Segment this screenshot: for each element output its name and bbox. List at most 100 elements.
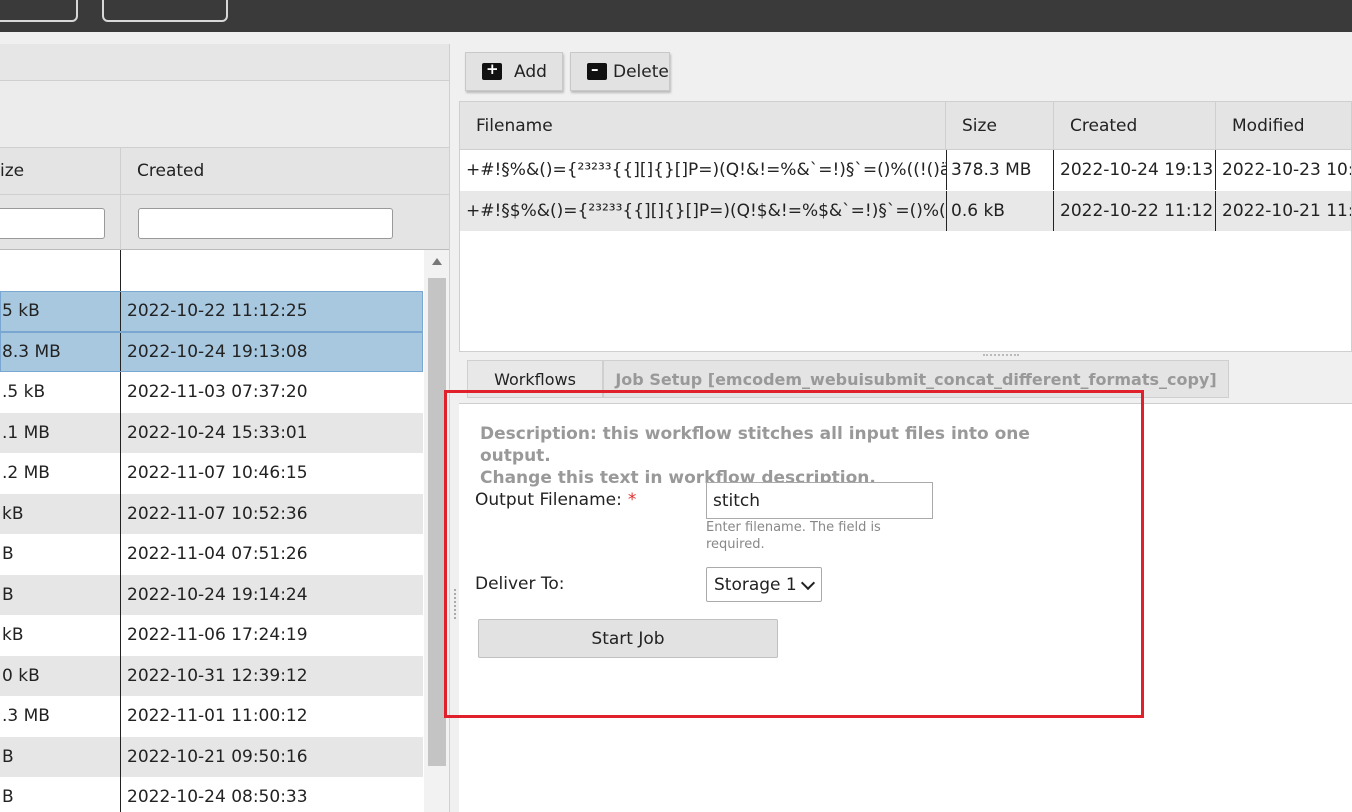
deliver-to-label: Deliver To: [475,574,565,594]
size-cell: kB [0,615,121,656]
tab-job-setup-label: Job Setup [emcodem_webuisubmit_concat_di… [615,369,1217,389]
created-cell: 2022-11-03 07:37:20 [127,382,308,403]
created-cell: 2022-10-24 19:13:08 [1054,150,1216,190]
left-file-browser: ize Created 5 kB 2022-10-22 11:12:25 8.3 M… [0,44,450,812]
size-filter-input[interactable] [0,208,105,239]
table-row[interactable]: .5 kB 2022-11-03 07:37:20 [0,372,423,413]
size-filter-cell [0,195,121,250]
created-filter-input[interactable] [138,208,393,239]
deliver-to-value: Storage 1 [714,574,797,595]
column-header-created[interactable]: Created [121,148,423,195]
modified-cell: 2022-10-23 10:2 [1222,160,1352,180]
created-filter-cell [121,195,423,250]
size-cell: B [0,777,121,812]
top-button-2[interactable] [102,0,228,22]
table-row[interactable]: .3 MB 2022-11-01 11:00:12 [0,696,423,737]
top-button-1[interactable] [0,0,78,22]
start-job-button[interactable]: Start Job [478,619,778,658]
created-cell: 2022-10-21 09:50:16 [127,746,308,767]
output-filename-hint: Enter filename. The field is required. [706,520,881,552]
modified-cell: 2022-10-21 11:2 [1222,201,1352,221]
created-cell: 2022-11-07 10:46:15 [127,463,308,484]
delete-button[interactable]: Delete [570,52,670,91]
pane-splitter[interactable] [451,44,459,812]
size-cell: .5 kB [0,372,121,413]
table-row[interactable]: B 2022-10-21 09:50:16 [0,736,423,777]
splitter-grip[interactable] [454,589,456,619]
created-cell: 2022-10-24 19:14:24 [127,584,308,605]
required-marker: * [627,490,637,510]
created-cell: 2022-11-06 17:24:19 [127,625,308,646]
size-cell: B [0,534,121,575]
filename-cell: +#!§%&()={²³²³³{{][]{}[]P=)(Q!&!=%&`=!)§… [460,150,947,190]
size-cell: B [0,574,121,615]
add-button[interactable]: Add [465,52,563,91]
created-cell: 2022-11-07 10:52:36 [127,503,308,524]
tab-job-setup[interactable]: Job Setup [emcodem_webuisubmit_concat_di… [603,360,1229,398]
tab-workflows[interactable]: Workflows [467,360,603,398]
delete-button-label: Delete [613,61,669,82]
column-header-size[interactable]: Size [946,102,1054,150]
filter-filler [423,195,449,250]
left-toolbar-area [0,81,449,148]
size-cell: .2 MB [0,453,121,494]
table-row[interactable]: B 2022-10-24 19:14:24 [0,574,423,615]
output-filename-label: Output Filename: * [475,490,637,510]
left-table-body: 5 kB 2022-10-22 11:12:25 8.3 MB 2022-10-24 … [0,250,423,812]
size-cell: B [0,736,121,777]
selected-files-header: Filename Size Created Modified [460,102,1351,150]
column-header-modified[interactable]: Modified [1216,102,1351,150]
column-header-filler [423,148,449,195]
table-row[interactable]: B 2022-10-24 08:50:33 [0,777,423,812]
add-button-label: Add [514,61,547,82]
created-cell: 2022-10-24 08:50:33 [127,787,308,808]
tab-workflows-label: Workflows [494,369,576,389]
table-row-blank [0,250,423,291]
size-cell: .3 MB [0,696,121,737]
column-header-created[interactable]: Created [1054,102,1216,150]
size-cell: kB [0,493,121,534]
table-row[interactable]: B 2022-11-04 07:51:26 [0,534,423,575]
size-cell: 0.6 kB [947,191,1054,231]
size-cell: .1 MB [0,412,121,453]
table-row[interactable]: .2 MB 2022-11-07 10:46:15 [0,453,423,494]
filename-cell: +#!§$%&()={²³²³³{{][]{}[]P=)(Q!$&!=%$&`=… [460,191,947,231]
created-cell: 2022-11-04 07:51:26 [127,544,308,565]
table-row[interactable]: .1 MB 2022-10-24 15:33:01 [0,412,423,453]
created-cell: 2022-10-22 11:12:25 [127,301,308,322]
created-cell: 2022-10-24 19:13:08 [127,341,308,362]
column-header-size-label: ize [0,161,25,181]
created-cell: 2022-10-24 15:33:01 [127,422,308,443]
size-cell: 0 kB [0,655,121,696]
scroll-thumb[interactable] [428,278,446,766]
column-header-filename[interactable]: Filename [460,102,946,150]
column-header-size[interactable]: ize [0,148,121,195]
scroll-up-arrow-icon[interactable] [432,258,442,265]
horizontal-splitter-grip[interactable] [983,354,1019,356]
output-filename-input[interactable] [706,482,933,519]
top-bar [0,0,1352,32]
left-header-bar [0,44,449,81]
table-row[interactable]: 5 kB 2022-10-22 11:12:25 [0,291,423,332]
table-row[interactable]: kB 2022-11-07 10:52:36 [0,493,423,534]
created-cell: 2022-10-31 12:39:12 [127,665,308,686]
deliver-to-select[interactable]: Storage 1 [706,567,822,602]
table-row[interactable]: 8.3 MB 2022-10-24 19:13:08 [0,331,423,372]
size-cell: 5 kB [0,291,121,332]
table-row[interactable]: +#!§$%&()={²³²³³{{][]{}[]P=)(Q!$&!=%$&`=… [460,191,1352,231]
add-folder-icon [482,60,502,80]
workflow-description: Description: this workflow stitches all … [480,424,1030,488]
table-row[interactable]: kB 2022-11-06 17:24:19 [0,615,423,656]
delete-folder-icon [587,60,607,80]
created-cell: 2022-11-01 11:00:12 [127,706,308,727]
table-row[interactable]: 0 kB 2022-10-31 12:39:12 [0,655,423,696]
table-row[interactable]: +#!§%&()={²³²³³{{][]{}[]P=)(Q!&!=%&`=!)§… [460,150,1352,190]
chevron-down-icon [800,575,816,591]
created-cell: 2022-10-22 11:12:25 [1054,191,1216,231]
size-cell: 8.3 MB [0,331,121,372]
left-scrollbar[interactable] [424,250,449,812]
selected-files-table: Filename Size Created Modified +#!§%&()=… [459,101,1352,352]
tab-bar: Workflows Job Setup [emcodem_webuisubmit… [459,360,1352,404]
start-job-label: Start Job [591,628,665,649]
column-header-created-label: Created [137,161,205,181]
